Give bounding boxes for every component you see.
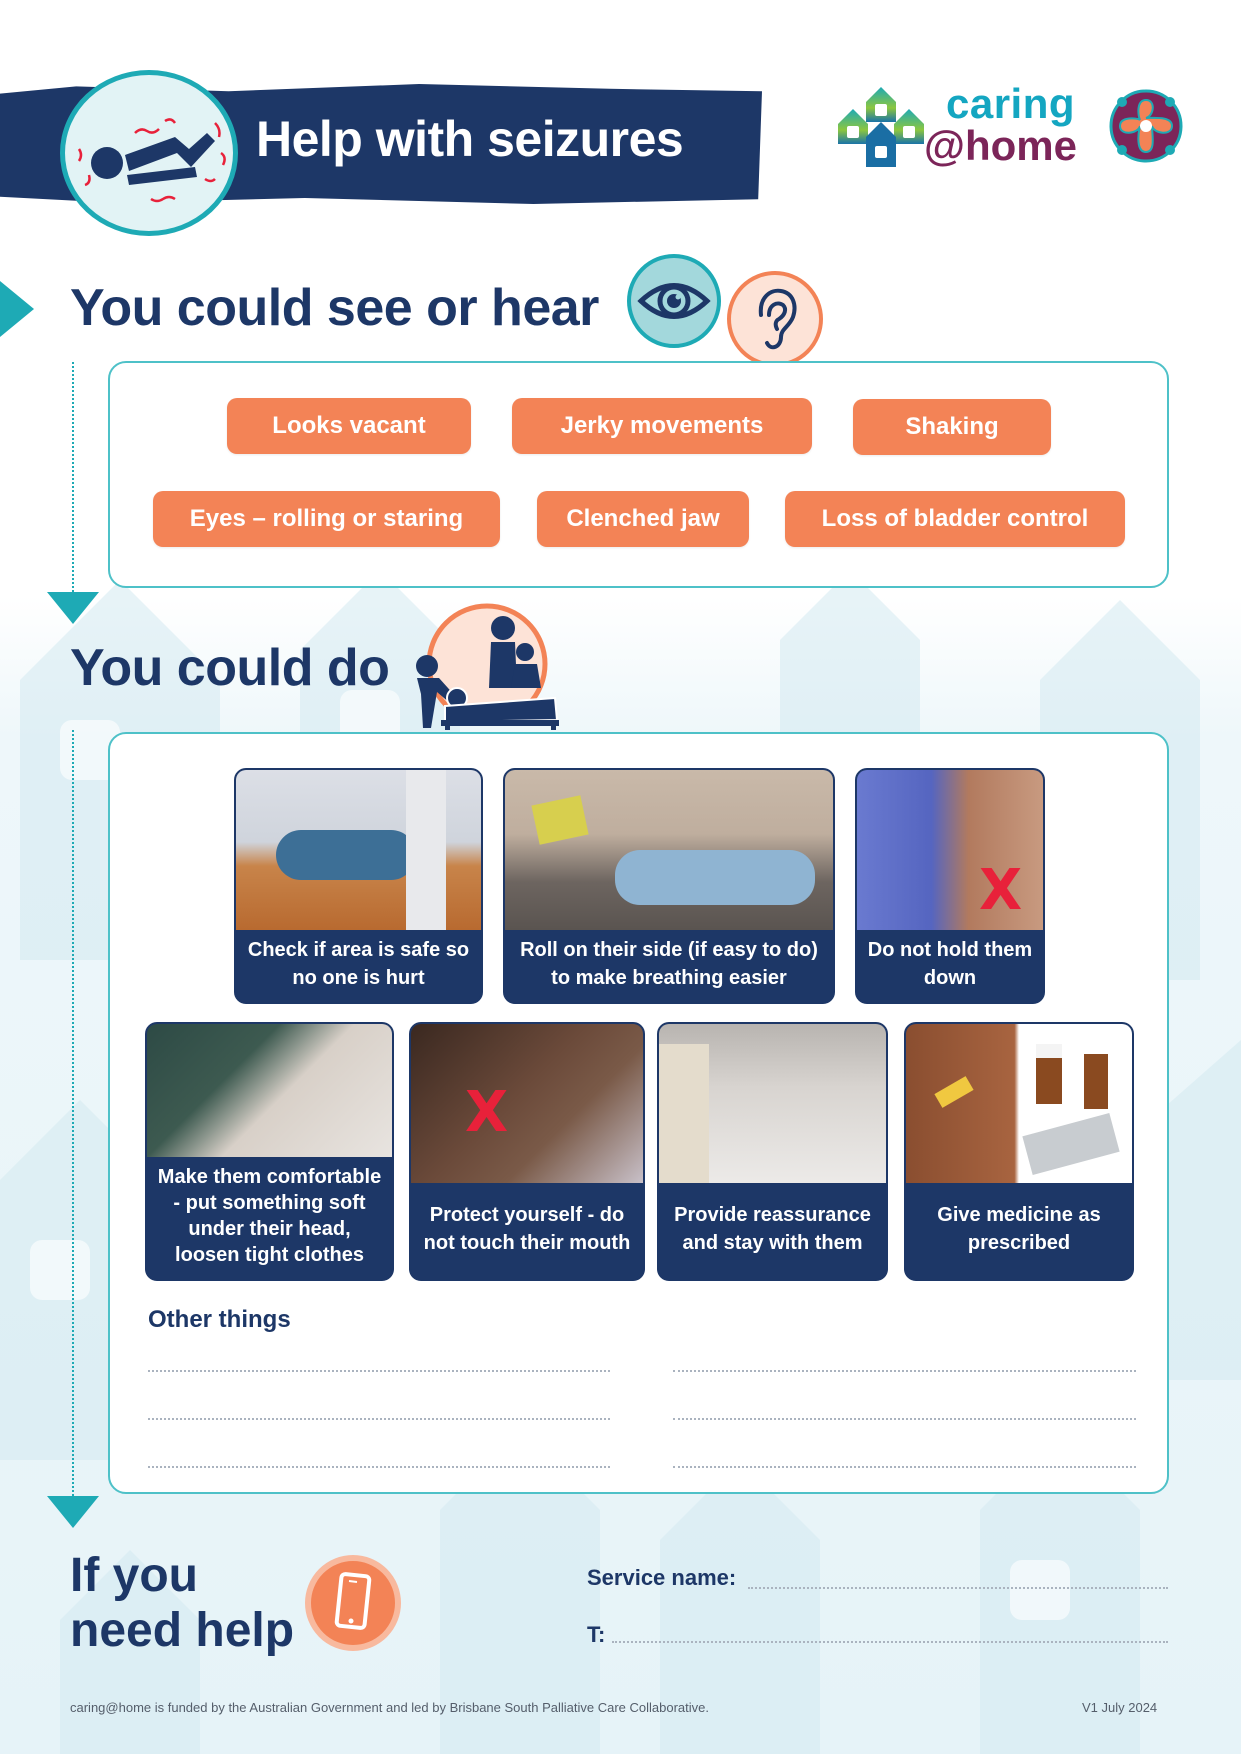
action-caption: Do not hold them down <box>867 939 1033 989</box>
flow-arrow-down-icon <box>47 1496 99 1528</box>
action-card: Make them comfortable - put something so… <box>145 1022 394 1281</box>
action-photo <box>147 1024 392 1157</box>
action-caption: Give medicine as prescribed <box>937 1204 1101 1254</box>
action-caption: Protect yourself - do not touch their mo… <box>423 1204 631 1254</box>
need-help-heading: If you need help <box>70 1548 294 1658</box>
could-do-heading: You could do <box>70 639 390 697</box>
write-in-line[interactable] <box>148 1418 610 1420</box>
phone-label: T: <box>587 1622 606 1647</box>
write-in-line[interactable] <box>148 1370 610 1372</box>
action-card: X Do not hold them down <box>855 768 1045 1004</box>
sign-chip: Looks vacant <box>227 398 471 454</box>
aboriginal-art-emblem-icon <box>1109 89 1183 163</box>
action-caption: Roll on their side (if easy to do) to ma… <box>520 939 818 989</box>
write-in-line[interactable] <box>148 1466 610 1468</box>
action-photo <box>659 1024 886 1183</box>
action-photo <box>906 1024 1132 1183</box>
version-label: V1 July 2024 <box>1082 1700 1158 1715</box>
action-card: Roll on their side (if easy to do) to ma… <box>503 768 835 1004</box>
sign-chip: Loss of bladder control <box>785 491 1125 547</box>
seizure-person-icon <box>60 70 238 236</box>
action-card: X Protect yourself - do not touch their … <box>409 1022 645 1281</box>
action-photo <box>505 770 833 930</box>
phone-field[interactable] <box>612 1641 1168 1643</box>
write-in-line[interactable] <box>673 1370 1136 1372</box>
caregivers-at-bedside-icon <box>405 598 563 730</box>
action-card: Give medicine as prescribed <box>904 1022 1134 1281</box>
page-title: Help with seizures <box>256 111 684 167</box>
signs-panel <box>108 361 1169 588</box>
flow-arrow-down-icon <box>47 592 99 624</box>
flow-dotted-line <box>72 730 74 1496</box>
mobile-phone-icon <box>305 1555 401 1651</box>
funding-note: caring@home is funded by the Australian … <box>70 1700 709 1715</box>
service-name-field[interactable] <box>748 1587 1168 1589</box>
sign-chip: Shaking <box>853 399 1051 455</box>
need-help-heading-line2: need help <box>70 1604 295 1658</box>
see-hear-heading: You could see or hear <box>70 279 599 337</box>
logo-text-home: @home <box>924 122 1077 169</box>
logo-text-caring: caring <box>946 80 1076 127</box>
houses-logo-icon <box>838 87 924 167</box>
write-in-line[interactable] <box>673 1418 1136 1420</box>
do-not-x-icon: X <box>465 1080 509 1145</box>
flow-dotted-line <box>72 362 74 592</box>
need-help-heading-line1: If you <box>70 1549 198 1602</box>
sign-chip: Clenched jaw <box>537 491 749 547</box>
do-not-x-icon: X <box>979 858 1023 923</box>
action-card: Check if area is safe so no one is hurt <box>234 768 483 1004</box>
action-photo <box>411 1024 643 1183</box>
action-photo <box>236 770 481 930</box>
action-caption: Provide reassurance and stay with them <box>674 1204 871 1254</box>
service-name-label: Service name: <box>587 1565 737 1590</box>
other-things-label: Other things <box>148 1306 291 1333</box>
write-in-line[interactable] <box>673 1466 1136 1468</box>
action-caption: Check if area is safe so no one is hurt <box>247 939 470 989</box>
action-card: Provide reassurance and stay with them <box>657 1022 888 1281</box>
eye-icon <box>627 254 721 348</box>
action-caption: Make them comfortable - put something so… <box>157 1166 382 1266</box>
sign-chip: Eyes – rolling or staring <box>153 491 500 547</box>
ear-icon <box>727 271 823 367</box>
section-arrow-icon <box>0 281 34 337</box>
sign-chip: Jerky movements <box>512 398 812 454</box>
